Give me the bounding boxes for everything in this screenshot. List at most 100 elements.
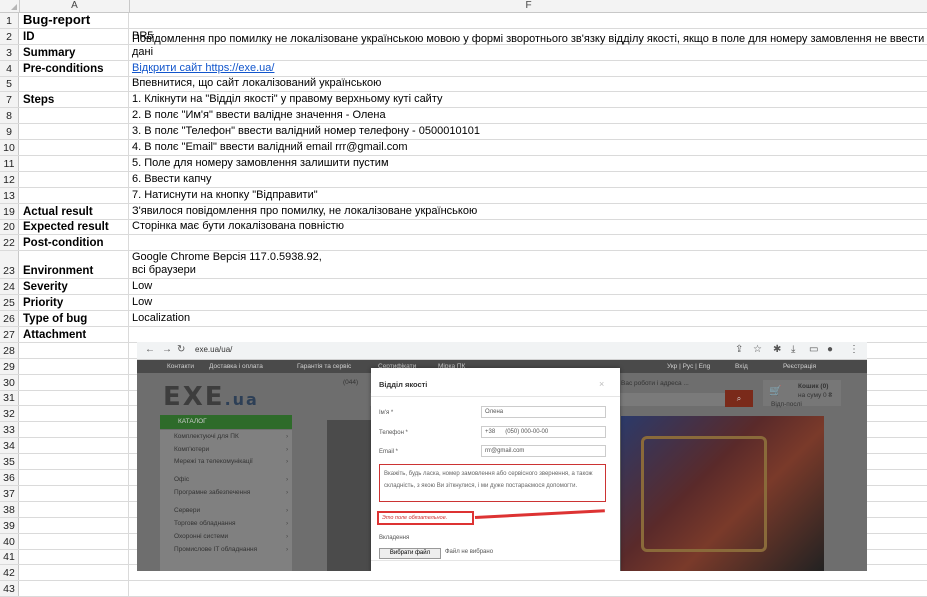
cell-a[interactable] [20,108,129,124]
row-number[interactable]: 1 [0,13,19,28]
cell-a[interactable] [20,406,129,422]
row-number[interactable]: 11 [0,156,19,171]
row-number[interactable]: 43 [0,581,19,597]
cell-f[interactable]: 2. В полє "Им'я" ввести валідне значення… [130,108,927,123]
chevron-right-icon: › [286,476,289,483]
cell-a[interactable] [20,454,129,470]
cell-f[interactable]: Low [130,279,927,294]
column-header-f[interactable]: F [130,0,927,12]
cell-f[interactable]: Повідомлення про помилку не локалізоване… [130,33,927,60]
row-number[interactable]: 7 [0,92,19,108]
row-number[interactable]: 2 [0,28,19,44]
cell-a[interactable]: ID [20,28,129,44]
cell-f[interactable] [130,327,927,342]
cell-a[interactable] [20,485,129,501]
cell-f[interactable]: 5. Поле для номеру замовлення залишити п… [130,156,927,171]
cell-a[interactable]: Priority [20,295,129,311]
cell-a[interactable] [20,156,129,171]
cell-f[interactable]: Localization [130,311,927,326]
cell-a[interactable] [20,390,129,406]
row-number[interactable]: 42 [0,565,19,581]
row-number[interactable]: 4 [0,60,19,76]
cell-a[interactable]: Post-condition [20,235,129,251]
cell-a[interactable] [20,140,129,156]
cell-a[interactable]: Expected result [20,219,129,235]
cell-a[interactable] [20,76,129,92]
select-all-corner[interactable] [0,0,20,12]
cell-a[interactable]: Steps [20,92,129,108]
site-phone: (044) [343,379,359,386]
row-number[interactable]: 27 [0,327,19,342]
cell-f[interactable]: Сторінка має бути локалізована повністю [130,220,927,235]
cell-a[interactable] [20,171,129,187]
row-number[interactable]: 35 [0,454,19,470]
row-number[interactable]: 37 [0,485,19,501]
row-number[interactable]: 19 [0,203,19,219]
row-number[interactable]: 13 [0,187,19,203]
cell-f[interactable]: Google Chrome Версія 117.0.5938.92, всі … [130,251,927,278]
row-number[interactable]: 28 [0,342,19,358]
row-number[interactable]: 20 [0,219,19,235]
row-number[interactable]: 24 [0,279,19,295]
cell-a[interactable]: Type of bug [20,311,129,327]
cell-f[interactable]: Впевнитися, що сайт локалізований україн… [130,77,927,92]
cell-a[interactable] [20,581,129,597]
cell-a[interactable]: Attachment [20,327,129,342]
row-number[interactable]: 8 [0,108,19,124]
cell-f[interactable]: Відкрити сайт https://exe.ua/ [130,61,927,76]
row-number[interactable]: 39 [0,517,19,533]
cell-a[interactable] [20,501,129,517]
column-header-a[interactable]: A [20,0,130,12]
cell-f[interactable]: Low [130,295,927,310]
cell-a[interactable] [20,517,129,533]
row-number[interactable]: 31 [0,390,19,406]
cell-a[interactable] [20,374,129,390]
cell-a[interactable] [20,549,129,565]
row-number[interactable]: 30 [0,374,19,390]
cart-sum: на суму 0 ₴ [798,392,833,399]
cell-f[interactable] [130,581,927,596]
row-number[interactable]: 33 [0,422,19,438]
row-number[interactable]: 9 [0,124,19,140]
row-number[interactable]: 34 [0,438,19,454]
row-number[interactable]: 40 [0,533,19,549]
cell-a[interactable] [20,438,129,454]
cell-a[interactable] [20,533,129,549]
cell-f[interactable]: 1. Клікнути на "Відділ якості" у правому… [130,92,927,107]
cell-a[interactable]: Pre-conditions [20,60,129,76]
cell-a[interactable] [20,342,129,358]
row-number[interactable]: 32 [0,406,19,422]
row-number[interactable]: 38 [0,501,19,517]
cell-a[interactable] [20,358,129,374]
row-number[interactable]: 26 [0,311,19,327]
cell-f[interactable] [130,13,927,28]
row-number[interactable]: 12 [0,171,19,187]
cell-a[interactable]: Bug-report [20,12,129,28]
cell-a[interactable] [20,565,129,581]
cell-a[interactable]: Summary [20,44,129,60]
row-number[interactable]: 3 [0,44,19,60]
cell-a[interactable] [20,124,129,140]
cell-f[interactable]: 4. В полє "Email" ввести валідний email … [130,140,927,155]
cell-f[interactable]: 3. В полє "Телефон" ввести валідний номе… [130,124,927,139]
cell-a[interactable]: Environment [20,251,129,279]
site-catalog-menu: Комплектуючі для ПК › Комп'ютери › Мережі та… [160,430,292,571]
cell-f[interactable]: 6. Ввести капчу [130,172,927,187]
row-number[interactable]: 25 [0,295,19,311]
row-number[interactable]: 22 [0,235,19,251]
row-number[interactable]: 29 [0,358,19,374]
cell-f[interactable]: 7. Натиснути на кнопку "Відправити" [130,188,927,203]
cell-a[interactable]: Actual result [20,203,129,219]
row-number[interactable]: 23 [0,251,19,279]
cell-a[interactable]: Severity [20,279,129,295]
cell-f[interactable] [130,235,927,250]
row-number[interactable]: 41 [0,549,19,565]
cell-a[interactable] [20,187,129,203]
cell-a[interactable] [20,470,129,485]
row-number[interactable]: 5 [0,76,19,92]
cell-f[interactable]: З'явилося повідомлення про помилку, не л… [130,204,927,219]
row-number[interactable]: 10 [0,140,19,156]
row-number[interactable]: 36 [0,470,19,485]
cell-a[interactable] [20,422,129,438]
site-link[interactable]: Відкрити сайт https://exe.ua/ [132,62,274,75]
